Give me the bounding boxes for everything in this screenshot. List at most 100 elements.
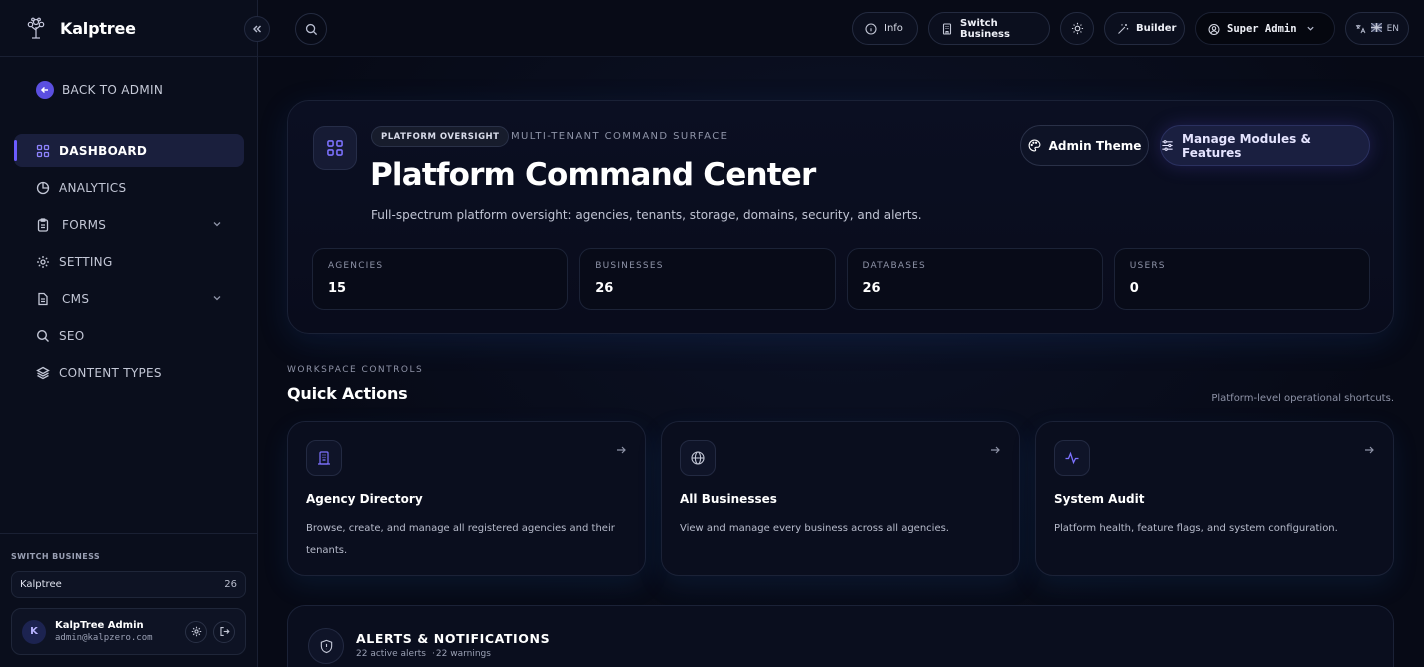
admin-theme-label: Admin Theme (1048, 138, 1142, 153)
manage-modules-label: Manage Modules & Features (1182, 131, 1311, 160)
shield-alert-icon (308, 628, 344, 664)
sidebar-item-label: ANALYTICS (59, 180, 127, 195)
selected-business: Kalptree (20, 579, 62, 590)
role-menu-button[interactable]: Super Admin (1195, 12, 1335, 45)
switch-business-select[interactable]: Kalptree 26 (11, 571, 246, 598)
manage-modules-button[interactable]: Manage Modules & Features (1160, 125, 1370, 166)
globe-icon (680, 440, 716, 476)
sliders-icon (1161, 139, 1174, 152)
alerts-meta: 22 active alerts · 22 warnings (356, 649, 491, 659)
sidebar-item-seo[interactable]: SEO (14, 319, 244, 352)
stat-card-databases: DATABASES 26 (846, 248, 1103, 310)
tree-logo-icon (27, 17, 45, 39)
chevron-down-icon (1306, 26, 1314, 31)
quick-actions-hint: Platform-level operational shortcuts. (1211, 393, 1394, 404)
sidebar-item-label: SETTING (59, 254, 113, 269)
magic-wand-icon (1117, 23, 1129, 35)
sidebar-item-forms[interactable]: FORMS (14, 208, 244, 241)
stat-value: 15 (328, 281, 347, 296)
switch-business-button[interactable]: Switch Business (928, 12, 1050, 45)
card-description: Platform health, feature flags, and syst… (1054, 523, 1338, 534)
hero-eyebrow: MULTI-TENANT COMMAND SURFACE (511, 131, 729, 142)
sidebar-item-setting[interactable]: SETTING (14, 245, 244, 278)
admin-theme-button[interactable]: Admin Theme (1020, 125, 1149, 166)
stats-row: AGENCIES 15 BUSINESSES 26 DATABASES 26 U… (312, 248, 1370, 310)
stat-label: AGENCIES (328, 261, 384, 271)
sidebar-item-label: FORMS (62, 217, 107, 232)
card-title: All Businesses (680, 492, 777, 506)
clipboard-icon (36, 217, 50, 232)
theme-toggle-button[interactable] (1060, 12, 1094, 45)
quick-actions-grid: Agency Directory Browse, create, and man… (287, 421, 1394, 576)
stat-card-businesses: BUSINESSES 26 (579, 248, 836, 310)
alerts-title: ALERTS & NOTIFICATIONS (356, 631, 551, 646)
warnings-count: 22 warnings (435, 649, 491, 659)
sidebar-footer: SWITCH BUSINESS Kalptree 26 K KalpTree A… (0, 533, 258, 667)
command-center-hero: PLATFORM OVERSIGHT MULTI-TENANT COMMAND … (287, 100, 1394, 334)
switch-business-label: Switch Business (960, 17, 1010, 40)
stat-label: DATABASES (862, 261, 926, 271)
flag-icon (1370, 22, 1383, 35)
stat-label: USERS (1129, 261, 1166, 271)
translate-icon (1355, 23, 1367, 35)
quick-action-system-audit[interactable]: System Audit Platform health, feature fl… (1035, 421, 1394, 576)
sidebar-item-analytics[interactable]: ANALYTICS (14, 171, 244, 204)
arrow-right-icon (617, 446, 626, 454)
gear-icon (191, 626, 201, 637)
platform-oversight-badge: PLATFORM OVERSIGHT (371, 126, 510, 147)
brand: Kalptree (0, 0, 270, 57)
alerts-panel: ALERTS & NOTIFICATIONS 22 active alerts … (287, 605, 1394, 667)
language-label: EN (1386, 23, 1399, 34)
quick-action-agency-directory[interactable]: Agency Directory Browse, create, and man… (287, 421, 646, 576)
stat-card-users: USERS 0 (1113, 248, 1370, 310)
topbar: Info Switch Business Builder Super Admin… (258, 0, 1424, 57)
palette-icon (1028, 139, 1041, 152)
card-title: Agency Directory (306, 492, 423, 506)
user-card: K KalpTree Admin admin@kalpzero.com (11, 608, 246, 655)
business-count: 26 (224, 579, 237, 590)
sidebar-item-label: CONTENT TYPES (59, 365, 162, 380)
dashboard-grid-icon (313, 126, 357, 170)
stat-value: 26 (595, 281, 614, 296)
sidebar-item-cms[interactable]: CMS (14, 282, 244, 315)
builder-button[interactable]: Builder (1104, 12, 1185, 45)
info-button[interactable]: Info (852, 12, 918, 45)
card-description: Browse, create, and manage all registere… (306, 523, 615, 556)
sidebar-item-content-types[interactable]: CONTENT TYPES (14, 356, 244, 389)
stat-label: BUSINESSES (595, 261, 664, 271)
activity-icon (1054, 440, 1090, 476)
user-settings-button[interactable] (185, 620, 207, 643)
active-alerts-count: 22 active alerts (356, 649, 427, 659)
stat-card-agencies: AGENCIES 15 (312, 248, 569, 310)
quick-action-all-businesses[interactable]: All Businesses View and manage every bus… (661, 421, 1020, 576)
arrow-left-icon (36, 81, 54, 99)
role-label: Super Admin (1227, 22, 1297, 35)
back-to-admin-link[interactable]: BACK TO ADMIN (36, 81, 163, 99)
arrow-right-icon (991, 446, 1000, 454)
stat-value: 26 (862, 281, 881, 296)
search-button[interactable] (295, 13, 327, 45)
page-subtitle: Full-spectrum platform oversight: agenci… (371, 208, 922, 222)
user-name: KalpTree Admin (55, 620, 144, 631)
grid-icon (36, 144, 50, 158)
main-content: PLATFORM OVERSIGHT MULTI-TENANT COMMAND … (258, 57, 1424, 667)
logout-button[interactable] (213, 620, 235, 643)
language-button[interactable]: EN (1345, 12, 1409, 45)
quick-actions-title: Quick Actions (287, 384, 408, 403)
card-description: View and manage every business across al… (680, 523, 949, 534)
file-text-icon (36, 292, 50, 306)
sidebar-item-dashboard[interactable]: DASHBOARD (14, 134, 244, 167)
gear-icon (36, 255, 50, 269)
info-icon (865, 22, 877, 35)
sun-icon (1071, 22, 1083, 35)
switch-business-label: SWITCH BUSINESS (11, 552, 101, 561)
brand-name: Kalptree (60, 18, 136, 38)
sidebar-item-label: CMS (62, 291, 90, 306)
sidebar-nav: DASHBOARD ANALYTICS FORMS SETTING CMS SE… (14, 134, 244, 393)
stat-value: 0 (1129, 281, 1139, 296)
collapse-sidebar-button[interactable] (244, 16, 270, 42)
page-title: Platform Command Center (370, 157, 816, 193)
pie-chart-icon (36, 181, 50, 195)
back-to-admin-label: BACK TO ADMIN (62, 83, 164, 97)
arrow-right-icon (1365, 446, 1374, 454)
